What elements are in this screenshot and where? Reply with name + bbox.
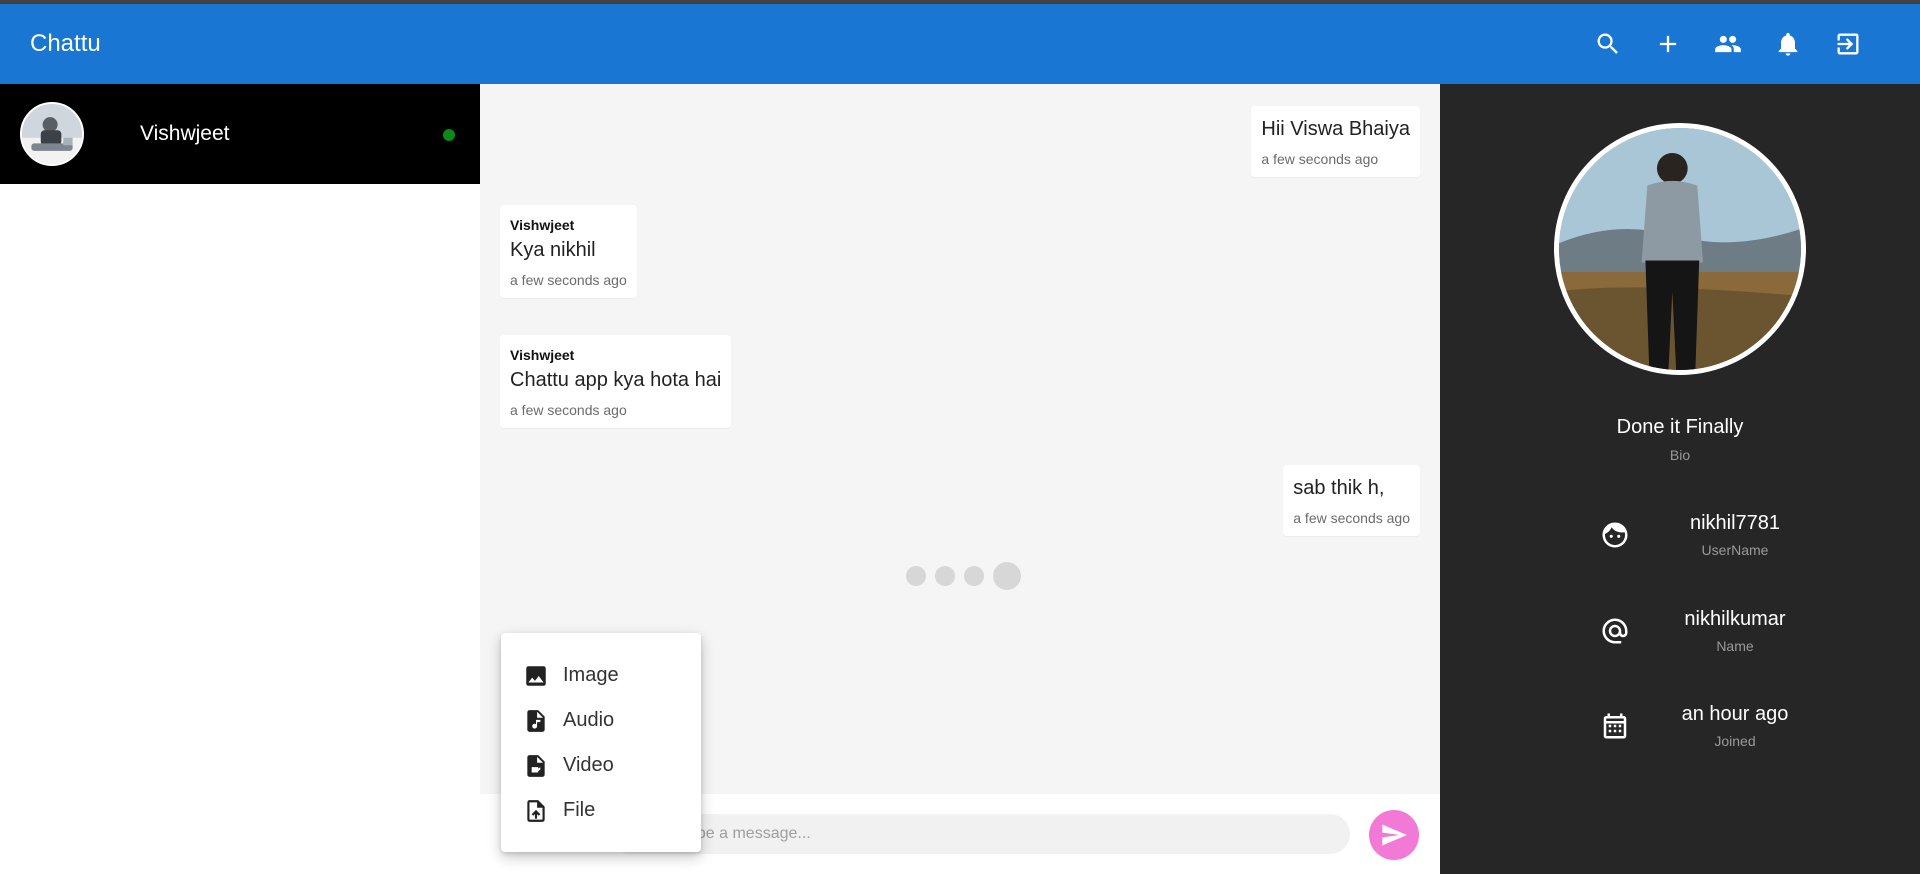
message-time: a few seconds ago xyxy=(1293,510,1410,526)
group-icon xyxy=(1715,35,1741,53)
chat-area: Hii Viswa Bhaiya a few seconds ago Vishw… xyxy=(480,84,1440,874)
menu-item-image[interactable]: Image xyxy=(501,653,701,698)
app-title: Chattu xyxy=(30,30,101,57)
notifications-icon xyxy=(1778,32,1798,56)
app-bar-actions xyxy=(1578,14,1878,74)
message-sender: Vishwjeet xyxy=(510,347,575,363)
username-label: UserName xyxy=(1701,542,1769,558)
message-text: Chattu app kya hota hai xyxy=(510,369,722,391)
message-incoming: Vishwjeet Kya nikhil a few seconds ago xyxy=(500,205,637,298)
search-icon xyxy=(1597,33,1618,54)
joined-label: Joined xyxy=(1714,733,1756,749)
menu-item-file[interactable]: File xyxy=(501,788,701,833)
typing-dot xyxy=(906,566,926,586)
menu-item-label: File xyxy=(563,799,596,821)
face-icon xyxy=(1602,522,1628,548)
notifications-button[interactable] xyxy=(1758,14,1818,74)
at-sign-icon xyxy=(1602,618,1628,644)
bio-section: Done it Finally Bio xyxy=(1440,416,1920,463)
menu-item-label: Audio xyxy=(563,709,615,731)
message-text: Kya nikhil xyxy=(510,239,596,261)
message-text: sab thik h, xyxy=(1293,477,1385,499)
app-bar: Chattu xyxy=(0,4,1920,84)
upload-file-icon xyxy=(527,799,545,822)
typing-indicator xyxy=(906,562,1021,590)
menu-item-label: Image xyxy=(563,664,619,686)
menu-item-label: Video xyxy=(563,754,614,776)
name-label: Name xyxy=(1716,638,1754,654)
send-icon xyxy=(1382,824,1407,846)
profile-avatar xyxy=(1554,123,1806,375)
profile-avatar-image xyxy=(1559,128,1801,370)
username-row: nikhil7781 UserName xyxy=(1600,512,1840,558)
image-icon xyxy=(526,665,546,686)
message-outgoing: Hii Viswa Bhaiya a few seconds ago xyxy=(1251,106,1420,177)
typing-dot xyxy=(935,566,955,586)
joined-value: an hour ago xyxy=(1681,703,1789,725)
contact-avatar xyxy=(20,102,84,166)
contact-item[interactable]: Vishwjeet xyxy=(0,84,480,184)
message-text: Hii Viswa Bhaiya xyxy=(1261,118,1410,140)
calendar-icon xyxy=(1603,713,1627,739)
menu-item-audio[interactable]: Audio xyxy=(501,698,701,743)
logout-button[interactable] xyxy=(1818,14,1878,74)
video-file-icon xyxy=(527,754,545,777)
message-sender: Vishwjeet xyxy=(510,217,575,233)
audio-file-icon xyxy=(527,709,545,732)
message-incoming: Vishwjeet Chattu app kya hota hai a few … xyxy=(500,335,732,428)
contact-avatar-image xyxy=(22,104,82,164)
typing-dot xyxy=(964,566,984,586)
add-icon xyxy=(1659,35,1677,53)
message-input[interactable] xyxy=(610,814,1350,854)
bio-text: Done it Finally xyxy=(1616,416,1744,438)
joined-row: an hour ago Joined xyxy=(1600,703,1840,749)
username-value: nikhil7781 xyxy=(1689,512,1781,534)
typing-dot xyxy=(993,562,1021,590)
name-value: nikhilkumar xyxy=(1684,608,1786,630)
online-status-dot xyxy=(443,129,455,141)
bio-label: Bio xyxy=(1669,447,1691,463)
message-time: a few seconds ago xyxy=(510,402,627,418)
attachment-menu: Image Audio Video File xyxy=(501,633,701,852)
profile-panel: Done it Finally Bio nikhil7781 UserName … xyxy=(1440,84,1920,874)
message-time: a few seconds ago xyxy=(1261,151,1379,167)
contacts-sidebar: Vishwjeet xyxy=(0,84,480,874)
menu-item-video[interactable]: Video xyxy=(501,743,701,788)
contact-name: Vishwjeet xyxy=(140,122,230,145)
name-row: nikhilkumar Name xyxy=(1600,608,1840,654)
message-time: a few seconds ago xyxy=(510,272,627,288)
groups-button[interactable] xyxy=(1698,14,1758,74)
message-outgoing: sab thik h, a few seconds ago xyxy=(1283,465,1420,536)
add-button[interactable] xyxy=(1638,14,1698,74)
send-button[interactable] xyxy=(1369,810,1419,860)
search-button[interactable] xyxy=(1578,14,1638,74)
logout-icon xyxy=(1837,33,1859,55)
